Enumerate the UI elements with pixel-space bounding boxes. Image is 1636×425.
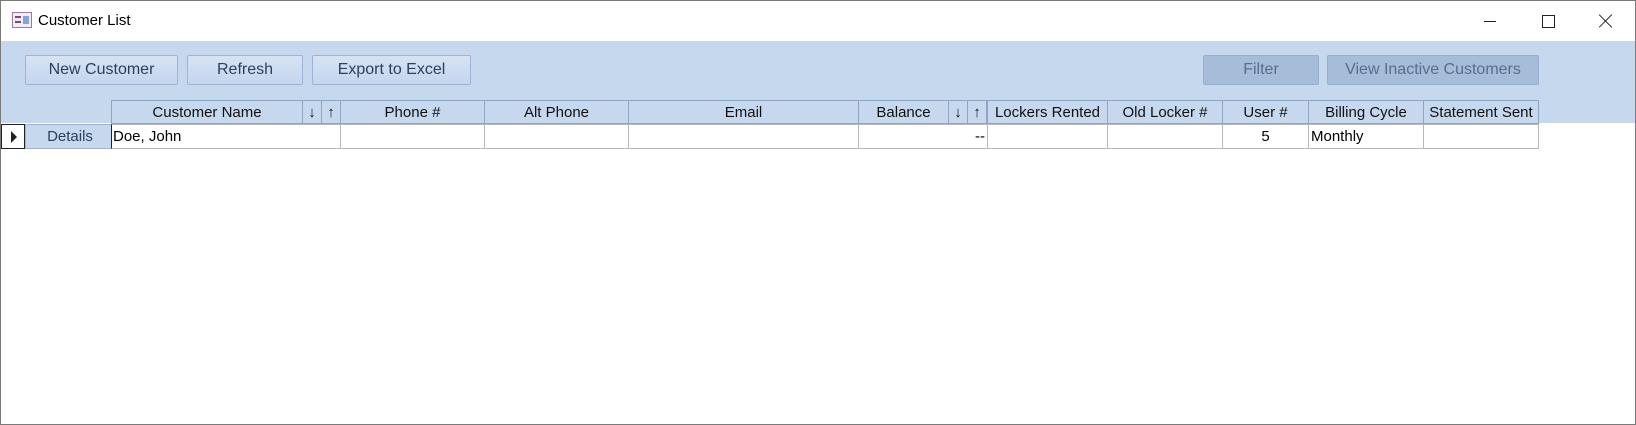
sort-ascending-balance-button[interactable]: ↑	[967, 100, 987, 124]
sort-descending-name-button[interactable]: ↓	[302, 100, 322, 124]
minimize-icon	[1484, 20, 1496, 22]
cell-billing-cycle[interactable]: Monthly	[1308, 124, 1424, 149]
cell-user[interactable]: 5	[1222, 124, 1309, 149]
cell-alt-phone[interactable]	[484, 124, 629, 149]
export-to-excel-button[interactable]: Export to Excel	[312, 55, 471, 85]
cell-balance[interactable]: --	[858, 124, 988, 149]
close-icon	[1599, 14, 1613, 28]
header-billing-cycle[interactable]: Billing Cycle	[1308, 100, 1424, 124]
refresh-button[interactable]: Refresh	[187, 55, 303, 85]
cell-customer-name[interactable]: Doe, John	[111, 124, 341, 149]
header-phone[interactable]: Phone #	[340, 100, 485, 124]
minimize-button[interactable]	[1461, 1, 1519, 41]
header-user[interactable]: User #	[1222, 100, 1309, 124]
new-customer-button[interactable]: New Customer	[25, 55, 178, 85]
details-button[interactable]: Details	[25, 124, 115, 149]
header-lockers-rented[interactable]: Lockers Rented	[987, 100, 1108, 124]
cell-statement-sent[interactable]	[1423, 124, 1539, 149]
header-old-locker[interactable]: Old Locker #	[1107, 100, 1223, 124]
maximize-button[interactable]	[1519, 1, 1577, 41]
form-icon	[12, 12, 32, 28]
header-alt-phone[interactable]: Alt Phone	[484, 100, 629, 124]
sort-ascending-name-button[interactable]: ↑	[321, 100, 341, 124]
cell-lockers-rented[interactable]	[987, 124, 1108, 149]
cell-old-locker[interactable]	[1107, 124, 1223, 149]
customer-list-window: Customer List New Customer Refresh Expor…	[0, 0, 1636, 425]
filter-button[interactable]: Filter	[1203, 55, 1319, 85]
header-balance[interactable]: Balance	[858, 100, 949, 124]
window-title: Customer List	[38, 12, 131, 29]
cell-email[interactable]	[628, 124, 859, 149]
title-bar: Customer List	[1, 1, 1635, 41]
current-record-icon	[11, 131, 17, 143]
header-email[interactable]: Email	[628, 100, 859, 124]
cell-phone[interactable]	[340, 124, 485, 149]
maximize-icon	[1541, 14, 1555, 28]
sort-descending-balance-button[interactable]: ↓	[948, 100, 968, 124]
record-selector[interactable]	[1, 124, 25, 149]
header-statement-sent[interactable]: Statement Sent	[1423, 100, 1539, 124]
close-button[interactable]	[1577, 1, 1635, 41]
header-customer-name[interactable]: Customer Name	[111, 100, 303, 124]
view-inactive-customers-button[interactable]: View Inactive Customers	[1327, 55, 1539, 85]
